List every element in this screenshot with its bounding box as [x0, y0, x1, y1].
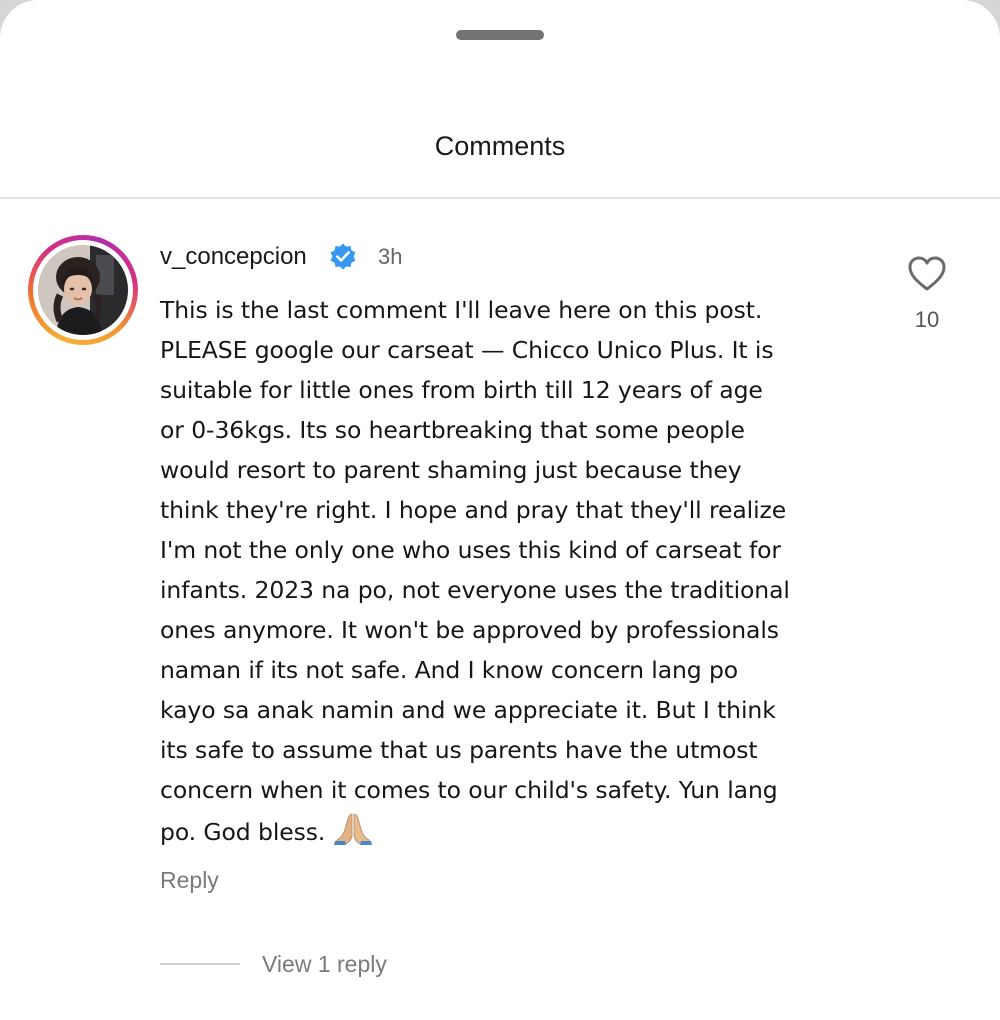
- header-divider: [0, 197, 1000, 199]
- comment-line: po. God bless.: [160, 818, 326, 846]
- comment-line: think they're right. I hope and pray tha…: [160, 496, 787, 524]
- comment-username[interactable]: v_concepcion: [160, 240, 307, 274]
- comments-sheet: Comments v_concepcion 3h This is the las…: [0, 0, 1000, 1020]
- comment-line: suitable for little ones from birth till…: [160, 376, 763, 404]
- comment-line: or 0-36kgs. Its so heartbreaking that so…: [160, 416, 745, 444]
- comment-line: This is the last comment I'll leave here…: [160, 296, 763, 324]
- comment-line: would resort to parent shaming just beca…: [160, 456, 742, 484]
- comment-timestamp: 3h: [378, 244, 403, 269]
- avatar-photo: [38, 245, 128, 335]
- comment-text: This is the last comment I'll leave here…: [160, 290, 880, 852]
- sheet-drag-handle[interactable]: [456, 30, 544, 40]
- comment-line: its safe to assume that us parents have …: [160, 736, 758, 764]
- story-ring[interactable]: [28, 235, 138, 345]
- comment-line: I'm not the only one who uses this kind …: [160, 536, 781, 564]
- comment-line: PLEASE google our carseat — Chicco Unico…: [160, 336, 774, 364]
- avatar[interactable]: [38, 245, 128, 335]
- verified-badge-icon: [330, 243, 356, 270]
- comment-line: infants. 2023 na po, not everyone uses t…: [160, 576, 790, 604]
- comment-line: kayo sa anak namin and we appreciate it.…: [160, 696, 776, 724]
- folded-hands-icon: [333, 813, 372, 845]
- comment-line: concern when it comes to our child's saf…: [160, 776, 778, 804]
- view-replies-label: View 1 reply: [262, 951, 387, 977]
- replies-divider-line: [160, 963, 240, 965]
- sheet-title: Comments: [434, 131, 566, 161]
- view-replies-button[interactable]: View 1 reply: [160, 946, 387, 982]
- comment-line: naman if its not safe. And I know concer…: [160, 656, 739, 684]
- heart-outline-icon[interactable]: [906, 254, 948, 294]
- like-count: 10: [914, 307, 940, 332]
- comment-line: ones anymore. It won't be approved by pr…: [160, 616, 779, 644]
- reply-button[interactable]: Reply: [160, 864, 219, 896]
